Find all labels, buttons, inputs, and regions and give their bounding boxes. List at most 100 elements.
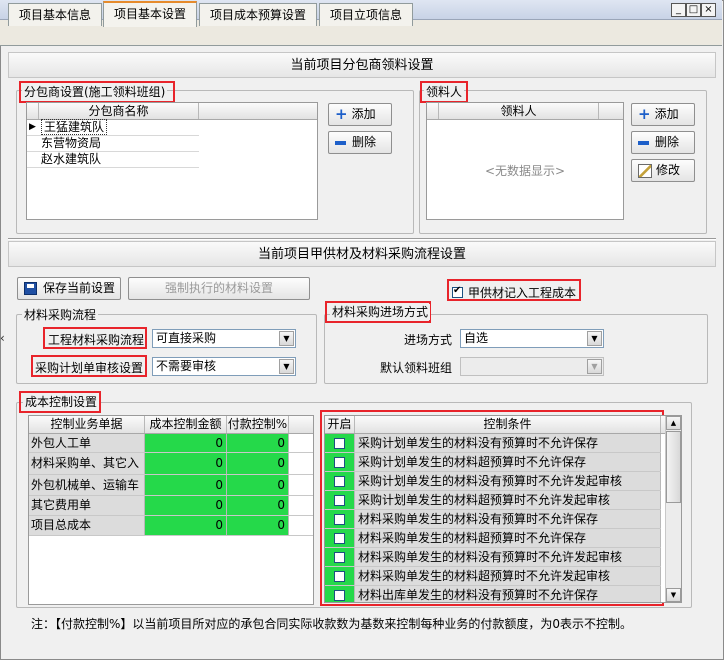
condition-text: 采购计划单发生的材料超预算时不允许发起审核 [355,491,661,509]
table-row[interactable]: 外包人工单 0 0 [29,434,313,453]
dropdown-arrow-icon[interactable]: ▼ [279,331,294,346]
condition-text: 材料采购单发生的材料没有预算时不允许保存 [355,510,661,528]
table-row[interactable]: 其它费用单 0 0 [29,496,313,516]
subcontractor-grid-header: 分包商名称 [27,103,317,120]
checkbox-icon[interactable] [334,570,345,582]
payment-control-cell[interactable]: 0 [227,516,289,535]
table-row[interactable]: 项目总成本 0 0 [29,516,313,536]
supply-cost-checkbox[interactable]: ✔ 甲供材记入工程成本 [452,284,576,301]
edit-receiver-button[interactable]: 修改 [631,159,695,182]
table-row[interactable]: ▶ 王猛建筑队 [27,119,199,136]
checkbox-icon[interactable] [334,532,345,544]
checkbox-icon[interactable] [334,437,345,449]
condition-enable-cell[interactable] [325,548,355,566]
subcontractor-grid[interactable]: 分包商名称 ▶ 王猛建筑队 东营物资局 赵水建筑队 [26,102,318,220]
default-team-label: 默认领料班组 [380,361,453,375]
condition-row[interactable]: 材料采购单发生的材料超预算时不允许发起审核 [325,567,661,586]
delete-subcontractor-button[interactable]: 删除 [328,131,392,154]
condition-text: 采购计划单发生的材料没有预算时不允许发起审核 [355,472,661,490]
cost-control-grid[interactable]: 控制业务单据 成本控制金额 付款控制% 外包人工单 0 0 材料采购单、其它入 … [28,415,314,605]
condition-enable-cell[interactable] [325,472,355,490]
collapse-arrow-icon[interactable]: ‹ [0,332,7,344]
scroll-down-icon[interactable]: ▼ [666,588,681,602]
column-condition[interactable]: 控制条件 [355,416,661,433]
payment-control-cell[interactable]: 0 [227,475,289,495]
scrollbar-thumb[interactable] [666,431,681,503]
condition-row[interactable]: 材料采购单发生的材料超预算时不允许保存 [325,529,661,548]
entry-method-label: 进场方式 [404,333,453,347]
column-subcontractor-name[interactable]: 分包商名称 [39,103,199,119]
payment-control-cell[interactable]: 0 [227,453,289,474]
minimize-button[interactable]: _ [671,3,686,17]
checkbox-icon[interactable] [334,494,345,506]
dropdown-arrow-icon[interactable]: ▼ [587,331,602,346]
vertical-scrollbar[interactable]: ▲ ▼ [665,416,681,602]
cost-amount-cell[interactable]: 0 [145,453,227,474]
table-row[interactable]: 外包机械单、运输车 0 0 [29,475,313,496]
minus-icon [335,140,346,145]
column-enable[interactable]: 开启 [325,416,355,433]
condition-row[interactable]: 材料出库单发生的材料没有预算时不允许保存 [325,586,661,602]
force-material-settings-button[interactable]: 强制执行的材料设置 [128,277,310,300]
checkbox-icon[interactable] [334,475,345,487]
table-row[interactable]: 材料采购单、其它入 0 0 [29,453,313,475]
condition-enable-cell[interactable] [325,586,355,602]
entry-method-select[interactable]: 自选 ▼ [460,329,604,348]
table-row[interactable]: 赵水建筑队 [27,152,199,168]
checkbox-icon[interactable] [334,456,345,468]
condition-enable-cell[interactable] [325,529,355,547]
cost-amount-cell[interactable]: 0 [145,475,227,495]
add-receiver-button[interactable]: + 添加 [631,103,695,126]
add-subcontractor-button[interactable]: + 添加 [328,103,392,126]
default-team-select[interactable]: ▼ [460,357,604,376]
condition-row[interactable]: 采购计划单发生的材料没有预算时不允许发起审核 [325,472,661,491]
column-payment-control[interactable]: 付款控制% [227,416,289,433]
cost-amount-cell[interactable]: 0 [145,516,227,535]
close-button[interactable]: × [701,3,716,17]
column-receiver[interactable]: 领料人 [439,103,599,119]
entry-method-group-label: 材料采购进场方式 [330,304,431,320]
condition-rows: 采购计划单发生的材料没有预算时不允许保存 采购计划单发生的材料超预算时不允许保存采… [325,434,661,602]
checkbox-icon[interactable]: ✔ [452,285,463,298]
subcontractor-group-label: 分包商设置(施工领料班组) [22,84,168,100]
dropdown-arrow-icon[interactable]: ▼ [279,359,294,374]
condition-enable-cell[interactable] [325,491,355,509]
plan-audit-select[interactable]: 不需要审核 ▼ [152,357,296,376]
subcontract-section-title: 当前项目分包商领料设置 [8,52,716,78]
receiver-grid[interactable]: 领料人 <无数据显示> [426,102,624,220]
condition-row[interactable]: 采购计划单发生的材料超预算时不允许保存 [325,453,661,472]
restore-button[interactable]: □ [686,3,701,17]
table-row[interactable]: 东营物资局 [27,136,199,152]
tab-cost-budget-settings[interactable]: 项目成本预算设置 [199,3,317,26]
cost-amount-cell[interactable]: 0 [145,434,227,452]
purchase-flow-select[interactable]: 可直接采购 ▼ [152,329,296,348]
control-conditions-grid[interactable]: 开启 控制条件 采购计划单发生的材料没有预算时不允许保存 采购计划单发生的材料超预… [324,415,682,603]
scroll-up-icon[interactable]: ▲ [666,416,681,430]
condition-enable-cell[interactable] [325,510,355,528]
condition-text: 采购计划单发生的材料超预算时不允许保存 [355,453,661,471]
condition-row[interactable]: 材料采购单发生的材料没有预算时不允许发起审核 [325,548,661,567]
column-cost-amount[interactable]: 成本控制金额 [145,416,227,433]
cost-amount-cell[interactable]: 0 [145,496,227,515]
condition-row[interactable]: 采购计划单发生的材料没有预算时不允许保存 [325,434,661,453]
save-settings-button[interactable]: 保存当前设置 [17,277,121,300]
payment-control-cell[interactable]: 0 [227,496,289,515]
business-doc-cell: 外包人工单 [29,434,145,452]
checkbox-icon[interactable] [334,551,345,563]
tab-project-approval-info[interactable]: 项目立项信息 [319,3,413,26]
tab-basic-settings[interactable]: 项目基本设置 [103,1,197,27]
dropdown-arrow-icon[interactable]: ▼ [587,359,602,374]
control-conditions-header: 开启 控制条件 [325,416,681,434]
checkbox-icon[interactable] [334,513,345,525]
minus-icon [638,140,649,145]
condition-row[interactable]: 材料采购单发生的材料没有预算时不允许保存 [325,510,661,529]
column-business-doc[interactable]: 控制业务单据 [29,416,145,433]
tab-basic-info[interactable]: 项目基本信息 [8,3,102,26]
payment-control-cell[interactable]: 0 [227,434,289,452]
condition-enable-cell[interactable] [325,434,355,452]
delete-receiver-button[interactable]: 删除 [631,131,695,154]
checkbox-icon[interactable] [334,589,345,601]
condition-enable-cell[interactable] [325,567,355,585]
condition-row[interactable]: 采购计划单发生的材料超预算时不允许发起审核 [325,491,661,510]
condition-enable-cell[interactable] [325,453,355,471]
